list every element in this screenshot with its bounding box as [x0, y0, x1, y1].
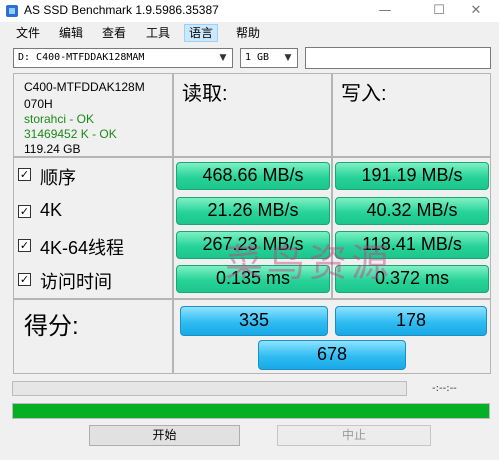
read-column-header: 读取: — [182, 83, 228, 105]
size-select-value: 1 GB — [245, 52, 270, 63]
drive-capacity: 119.24 GB — [24, 142, 81, 156]
menu-language[interactable]: 语言 — [184, 24, 219, 42]
start-button[interactable]: 开始 — [89, 425, 240, 446]
4k64-checkbox[interactable]: ✓ — [18, 239, 31, 252]
4k-checkbox[interactable]: ✓ — [18, 205, 31, 218]
menu-file[interactable]: 文件 — [12, 24, 44, 42]
4k64-read-result: 267.23 MB/s — [176, 231, 330, 259]
menu-tools[interactable]: 工具 — [142, 24, 174, 42]
chevron-down-icon: ▼ — [219, 53, 227, 63]
minimize-button[interactable]: — — [362, 0, 408, 22]
score-read: 335 — [180, 306, 328, 336]
drive-model: C400-MTFDDAK128M — [24, 80, 145, 94]
access-time-checkbox[interactable]: ✓ — [18, 273, 31, 286]
menu-view[interactable]: 查看 — [98, 24, 130, 42]
test-progress-bar — [12, 381, 407, 396]
score-label: 得分: — [24, 313, 79, 340]
score-total: 678 — [258, 340, 406, 370]
4k64-label: 4K-64线程 — [40, 238, 125, 258]
size-select[interactable]: 1 GB ▼ — [240, 48, 298, 68]
access-time-read-result: 0.135 ms — [176, 265, 330, 293]
driver-status: storahci - OK — [24, 112, 95, 126]
seq-label: 顺序 — [40, 168, 76, 188]
drive-select-value: D: C400-MTFDDAK128MAM — [18, 52, 145, 63]
seq-checkbox[interactable]: ✓ — [18, 168, 31, 181]
access-time-label: 访问时间 — [40, 272, 112, 292]
access-time-write-result: 0.372 ms — [335, 265, 489, 293]
stop-button[interactable]: 中止 — [277, 425, 431, 446]
score-write: 178 — [335, 306, 487, 336]
total-progress-bar — [12, 403, 490, 419]
extra-field[interactable] — [305, 47, 491, 69]
drive-firmware: 070H — [24, 97, 53, 111]
4k64-write-result: 118.41 MB/s — [335, 231, 489, 259]
seq-read-result: 468.66 MB/s — [176, 162, 330, 190]
drive-select[interactable]: D: C400-MTFDDAK128MAM ▼ — [13, 48, 233, 68]
title-bar: AS SSD Benchmark 1.9.5986.35387 — ☐ ✕ — [0, 0, 499, 22]
4k-label: 4K — [40, 200, 63, 220]
alignment-status: 31469452 K - OK — [24, 127, 117, 141]
close-button[interactable]: ✕ — [453, 0, 499, 22]
app-icon — [6, 5, 18, 17]
total-progress-fill — [13, 404, 489, 418]
4k-write-result: 40.32 MB/s — [335, 197, 489, 225]
elapsed-timer: -:--:-- — [432, 383, 457, 394]
chevron-down-icon: ▼ — [284, 53, 292, 63]
write-column-header: 写入: — [341, 83, 387, 105]
menu-help[interactable]: 帮助 — [232, 24, 264, 42]
menu-edit[interactable]: 编辑 — [55, 24, 87, 42]
menu-bar: 文件 编辑 查看 工具 语言 帮助 — [0, 22, 499, 42]
4k-read-result: 21.26 MB/s — [176, 197, 330, 225]
seq-write-result: 191.19 MB/s — [335, 162, 489, 190]
window-title: AS SSD Benchmark 1.9.5986.35387 — [24, 3, 219, 17]
